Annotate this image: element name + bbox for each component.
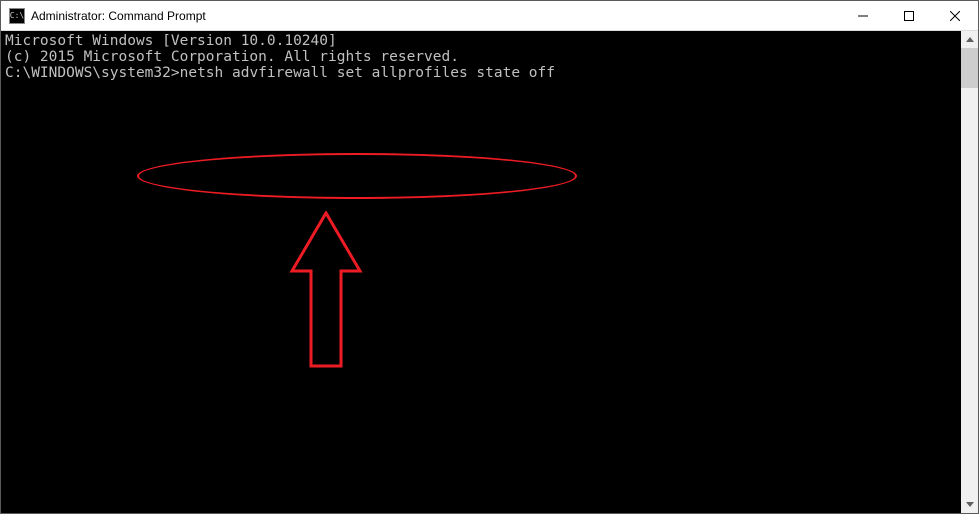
scroll-thumb[interactable] — [961, 48, 978, 88]
titlebar[interactable]: C:\ Administrator: Command Prompt — [1, 1, 978, 31]
close-icon — [950, 11, 960, 21]
scroll-up-button[interactable] — [961, 31, 978, 48]
maximize-icon — [904, 11, 914, 21]
scroll-track[interactable] — [961, 48, 978, 496]
close-button[interactable] — [932, 1, 978, 30]
terminal-prompt-line: C:\WINDOWS\system32>netsh advfirewall se… — [5, 65, 961, 81]
minimize-button[interactable] — [840, 1, 886, 30]
vertical-scrollbar[interactable] — [961, 31, 978, 513]
terminal-prompt: C:\WINDOWS\system32> — [5, 65, 180, 81]
scroll-down-button[interactable] — [961, 496, 978, 513]
chevron-up-icon — [966, 37, 974, 42]
terminal[interactable]: Microsoft Windows [Version 10.0.10240](c… — [1, 31, 961, 513]
chevron-down-icon — [966, 502, 974, 507]
window-controls — [840, 1, 978, 30]
terminal-command: netsh advfirewall set allprofiles state … — [180, 65, 555, 81]
window-title: Administrator: Command Prompt — [31, 9, 840, 23]
minimize-icon — [858, 11, 868, 21]
terminal-container: Microsoft Windows [Version 10.0.10240](c… — [1, 31, 978, 513]
annotation-layer — [5, 113, 75, 177]
highlight-ellipse — [137, 153, 577, 199]
cmd-icon: C:\ — [9, 8, 25, 24]
arrow-icon — [286, 211, 366, 371]
maximize-button[interactable] — [886, 1, 932, 30]
command-prompt-window: C:\ Administrator: Command Prompt Micros… — [0, 0, 979, 514]
terminal-line-copyright: (c) 2015 Microsoft Corporation. All righ… — [5, 49, 961, 65]
terminal-line-version: Microsoft Windows [Version 10.0.10240] — [5, 33, 961, 49]
